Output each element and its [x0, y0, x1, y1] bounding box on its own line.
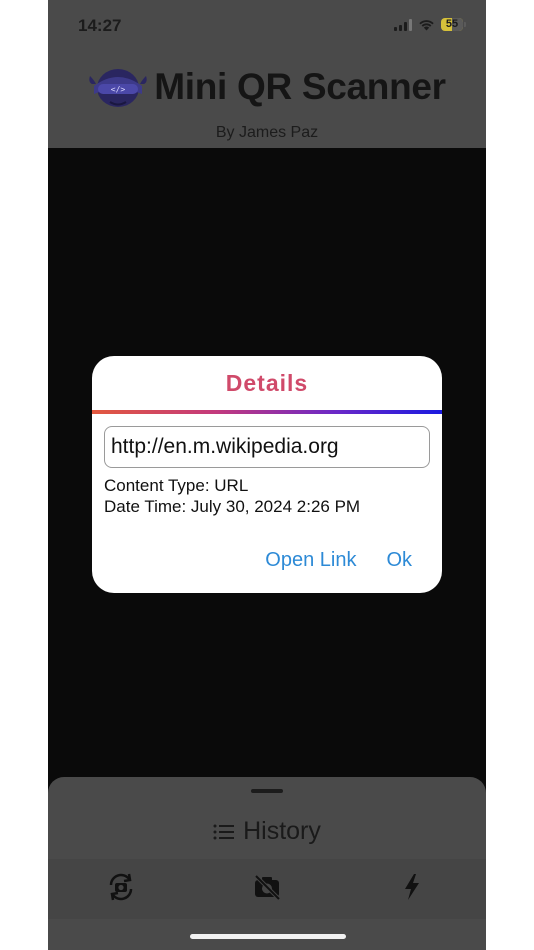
camera-toolbar	[48, 859, 486, 919]
flash-icon	[405, 874, 419, 900]
dialog-divider	[92, 410, 442, 414]
status-time: 14:27	[78, 16, 122, 35]
date-time-text: Date Time: July 30, 2024 2:26 PM	[104, 497, 361, 516]
app-title: Mini QR Scanner	[154, 66, 446, 107]
app-subtitle: By James Paz	[215, 124, 319, 141]
history-label: History	[243, 817, 321, 845]
status-bar: 14:27 55	[48, 0, 486, 50]
camera-toggle-button[interactable]	[249, 869, 285, 905]
flip-camera-icon	[109, 873, 133, 901]
svg-text:</>: </>	[111, 85, 126, 94]
home-indicator	[190, 934, 346, 939]
flip-camera-button[interactable]	[103, 869, 139, 905]
app-logo-icon: </>	[89, 69, 147, 107]
list-icon	[213, 824, 235, 839]
dialog-title: Details	[225, 370, 309, 396]
wifi-icon	[419, 20, 434, 31]
bottom-sheet: History	[48, 777, 486, 950]
app-title-row: </> Mini QR Scanner	[48, 62, 486, 112]
sheet-drag-handle[interactable]	[251, 789, 283, 793]
content-type-text: Content Type: URL	[104, 476, 249, 495]
open-link-button[interactable]: Open Link	[265, 549, 356, 572]
status-icons: 55	[394, 18, 466, 31]
phone-screen: 14:27 55 </> Mini QR Scanner By James Pa…	[48, 0, 486, 950]
app-header: 14:27 55 </> Mini QR Scanner By James Pa…	[48, 0, 486, 148]
ok-button[interactable]: Ok	[386, 549, 412, 572]
camera-off-icon	[254, 874, 281, 901]
dialog-actions: Open Link Ok	[265, 549, 412, 572]
battery-icon: 55	[441, 18, 466, 31]
signal-icon	[394, 18, 412, 31]
flash-button[interactable]	[394, 869, 430, 905]
history-button[interactable]: History	[48, 817, 486, 846]
details-dialog: Details http://en.m.wikipedia.org Conten…	[92, 356, 442, 593]
battery-level: 55	[445, 18, 459, 30]
scanned-url-field[interactable]: http://en.m.wikipedia.org	[104, 426, 430, 468]
